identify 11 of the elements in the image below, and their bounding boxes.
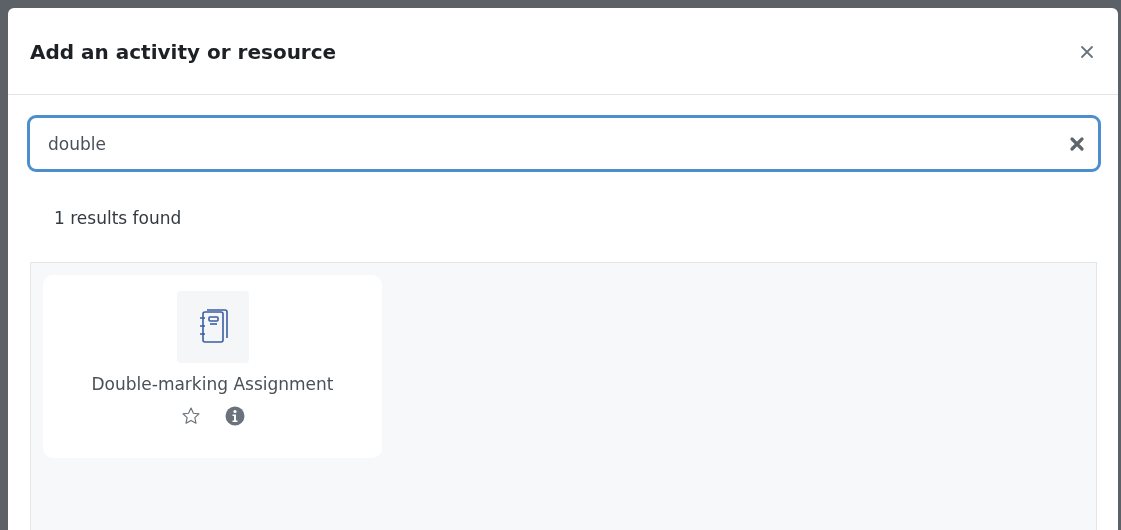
activity-name: Double-marking Assignment xyxy=(91,374,334,394)
star-button[interactable] xyxy=(180,406,201,426)
info-icon xyxy=(224,406,245,426)
activity-card[interactable]: Double-marking Assignment xyxy=(43,275,382,458)
close-icon xyxy=(1080,45,1094,59)
dialog-title: Add an activity or resource xyxy=(30,40,337,64)
info-button[interactable] xyxy=(224,406,245,426)
search-field[interactable]: double xyxy=(27,115,1101,172)
star-icon xyxy=(180,406,201,426)
clear-icon xyxy=(1069,136,1085,152)
results-count: 1 results found xyxy=(54,208,183,228)
